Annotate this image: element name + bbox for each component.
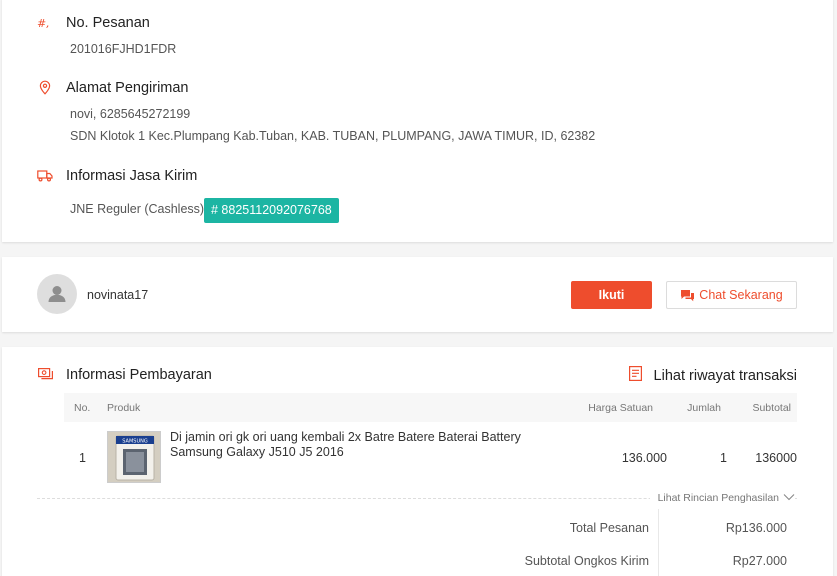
shipping-info-title: Informasi Jasa Kirim	[66, 168, 198, 184]
order-info-card: #, No. Pesanan 201016FJHD1FDR Alamat Pen…	[2, 0, 833, 242]
recipient-info: novi, 6285645272199	[70, 107, 191, 121]
col-header-unit-price: Harga Satuan	[588, 402, 653, 414]
order-number-title: No. Pesanan	[66, 15, 150, 31]
shipping-subtotal-label: Subtotal Ongkos Kirim	[524, 554, 649, 568]
col-header-no: No.	[74, 402, 91, 414]
row-number: 1	[79, 451, 86, 465]
payment-icon	[37, 366, 53, 382]
tracking-number-badge[interactable]: # 8825112092076768	[204, 198, 339, 223]
shipping-subtotal-value: Rp27.000	[732, 554, 787, 568]
svg-text:#,: #,	[37, 17, 50, 30]
user-silhouette-icon	[48, 286, 66, 302]
payment-info-card: Informasi Pembayaran Lihat riwayat trans…	[2, 347, 833, 576]
chat-now-button[interactable]: Chat Sekarang	[666, 281, 797, 309]
shipping-address: SDN Klotok 1 Kec.Plumpang Kab.Tuban, KAB…	[70, 129, 596, 143]
truck-icon	[37, 167, 53, 183]
follow-button[interactable]: Ikuti	[571, 281, 652, 309]
row-subtotal: 136000	[755, 451, 797, 465]
earnings-details-label: Lihat Rincian Penghasilan	[657, 492, 779, 504]
product-image[interactable]: SAMSUNG	[107, 431, 161, 483]
chevron-down-icon	[783, 492, 795, 504]
total-order-value: Rp136.000	[725, 521, 787, 535]
location-pin-icon	[37, 79, 53, 95]
seller-card: novinata17 Ikuti Chat Sekarang	[2, 257, 833, 332]
col-header-quantity: Jumlah	[687, 402, 721, 414]
col-header-product: Produk	[107, 402, 141, 414]
avatar[interactable]	[37, 274, 77, 314]
transaction-history-link[interactable]: Lihat riwayat transaksi	[628, 366, 797, 385]
order-number: 201016FJHD1FDR	[70, 42, 177, 56]
unit-price: 136.000	[621, 451, 667, 465]
chat-bubble-icon	[681, 289, 695, 301]
product-table-header: No. Produk Harga Satuan Jumlah Subtotal	[64, 393, 797, 422]
chat-now-label: Chat Sekarang	[699, 288, 783, 302]
seller-username[interactable]: novinata17	[87, 288, 148, 302]
product-image-brand: SAMSUNG	[122, 439, 148, 445]
shipping-address-title: Alamat Pengiriman	[66, 80, 189, 96]
earnings-details-link[interactable]: Lihat Rincian Penghasilan	[649, 492, 795, 504]
courier-name: JNE Reguler (Cashless)	[70, 202, 205, 216]
receipt-icon	[628, 366, 642, 385]
total-order-label: Total Pesanan	[569, 521, 649, 535]
hash-icon: #,	[37, 15, 53, 31]
payment-info-title: Informasi Pembayaran	[66, 367, 212, 383]
quantity: 1	[720, 451, 727, 465]
product-name[interactable]: Di jamin ori gk ori uang kembali 2x Batr…	[170, 430, 540, 460]
transaction-history-label: Lihat riwayat transaksi	[653, 367, 797, 384]
summary-divider	[658, 509, 659, 576]
col-header-subtotal: Subtotal	[752, 402, 791, 414]
